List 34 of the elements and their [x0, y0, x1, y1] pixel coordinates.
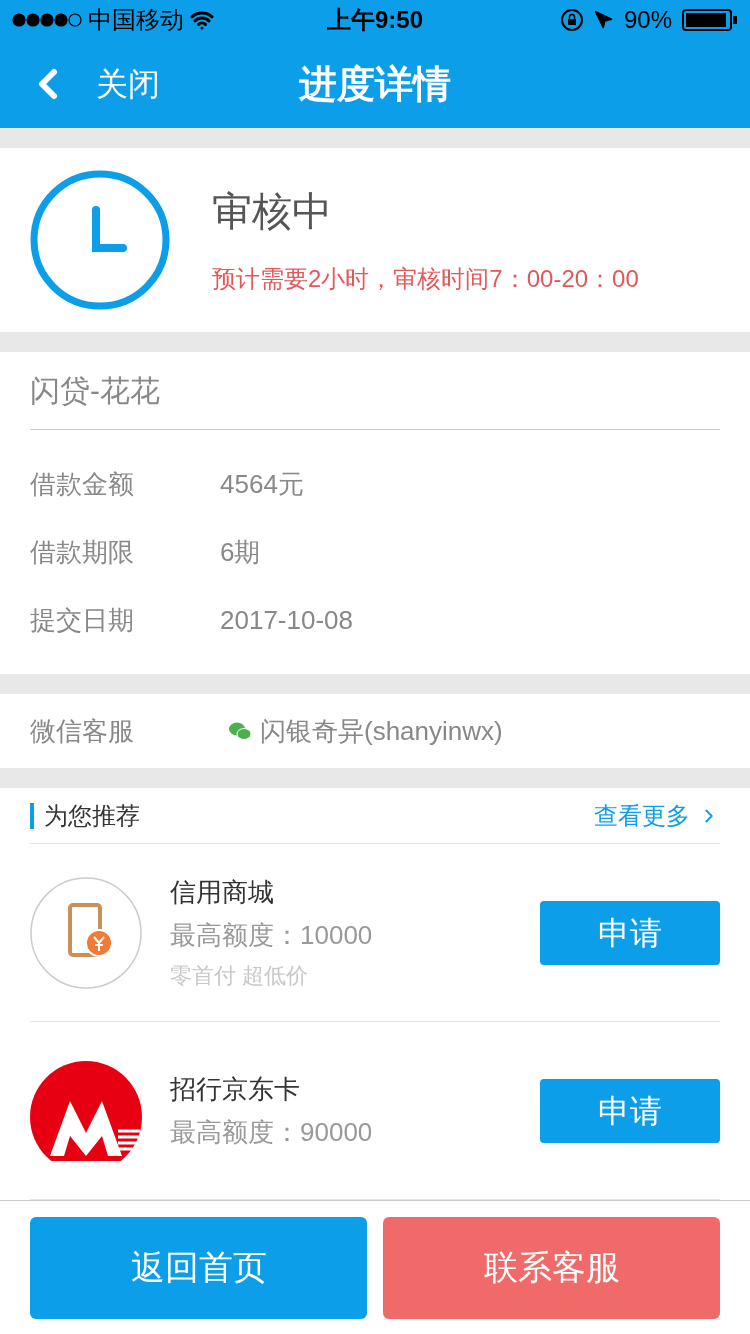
credit-limit: 最高额度：10000 [170, 919, 374, 952]
phone-coin-icon [30, 876, 142, 989]
field-label: 借款期限 [30, 535, 135, 569]
bank-logo-icon [30, 1060, 142, 1161]
section-title: 为您推荐 [44, 800, 141, 831]
rotation-lock-icon [559, 8, 584, 32]
field-label: 借款金额 [30, 467, 135, 501]
wechat-label: 微信客服 [30, 714, 135, 748]
back-button[interactable]: 关闭 [24, 60, 160, 108]
credit-limit: 最高额度：90000 [170, 1115, 374, 1149]
field-value: 6期 [220, 535, 261, 569]
apply-button[interactable]: 申请 [540, 1078, 720, 1143]
product-title: 信用商城 [170, 876, 275, 909]
field-label: 提交日期 [30, 603, 135, 637]
contact-support-button[interactable]: 联系客服 [383, 1216, 720, 1319]
status-note: 预计需要2小时，审核时间7：00-20：00 [212, 264, 640, 295]
battery-icon [682, 8, 738, 32]
wechat-account: 闪银奇异(shanyinwx) [260, 714, 503, 748]
page-title: 进度详情 [299, 61, 451, 107]
apply-button[interactable]: 申请 [540, 900, 720, 965]
signal-icon [12, 13, 82, 27]
product-title: 招行京东卡 [170, 1072, 301, 1106]
home-button[interactable]: 返回首页 [30, 1216, 367, 1319]
status-text: 审核中 [212, 188, 333, 236]
product-name: 闪贷-花花 [30, 373, 160, 410]
wechat-icon [228, 721, 252, 742]
carrier-text: 中国移动 [88, 5, 184, 35]
clock-icon [30, 170, 170, 311]
location-arrow-icon [593, 10, 614, 30]
battery-percent: 90% [623, 5, 672, 35]
clock-text: 上午9:50 [327, 5, 424, 35]
see-more-link[interactable]: 查看更多 [594, 797, 720, 834]
field-value: 2017-10-08 [220, 603, 353, 637]
field-value: 4564元 [220, 467, 304, 501]
